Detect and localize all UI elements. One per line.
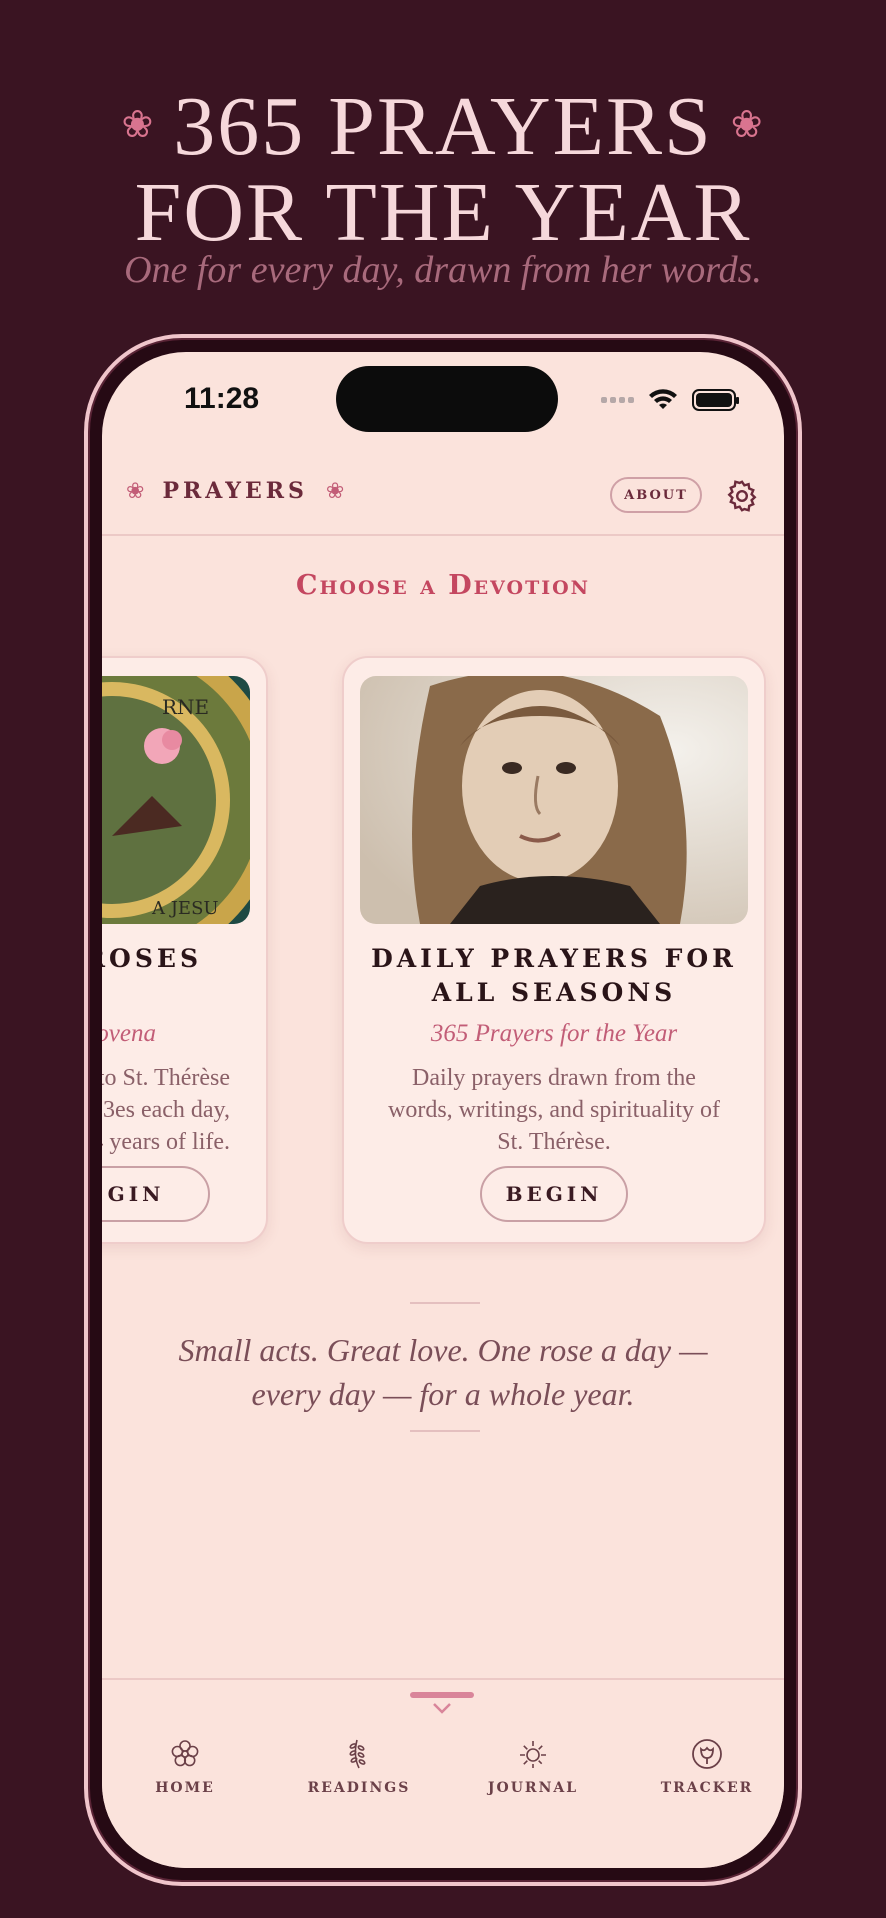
status-icons [601, 388, 739, 412]
tab-label: TRACKER [660, 1780, 754, 1796]
card-desc-line: 3es each day, [102, 1097, 230, 1123]
tab-label: READINGS [307, 1780, 411, 1796]
devotion-card-daily-prayers[interactable]: DAILY PRAYERS FOR ALL SEASONS 365 Prayer… [342, 656, 766, 1244]
card-desc-line: 4 years of life. [102, 1129, 230, 1155]
tab-home[interactable]: HOME [110, 1738, 260, 1796]
gear-icon[interactable] [724, 478, 760, 514]
tab-label: HOME [155, 1780, 215, 1796]
app-screen: 11:28 ❀ PRAYERS ❀ ABOUT Choose a Devotio… [102, 352, 784, 1868]
sun-icon [520, 1741, 546, 1768]
promo-title: ❀ 365 PRAYERS ❀ FOR THE YEAR [0, 85, 886, 259]
quote-text: Small acts. Great love. One rose a day —… [178, 1332, 708, 1412]
card-subtitle: y Novena [102, 1020, 156, 1047]
drawer-handle[interactable] [410, 1692, 474, 1698]
divider [410, 1302, 480, 1304]
rose-badge-icon [692, 1739, 722, 1769]
chevron-down-icon[interactable] [432, 1702, 452, 1714]
tab-tracker[interactable]: TRACKER [632, 1738, 782, 1796]
promo-title-line-2: FOR THE YEAR [134, 165, 752, 259]
begin-button[interactable]: BEGIN [480, 1166, 628, 1222]
card-desc-line: ver to St. Thérèse [102, 1065, 230, 1091]
flower-icon: ❀ [730, 103, 765, 146]
status-time: 11:28 [184, 382, 260, 415]
svg-text:RNE: RNE [162, 695, 209, 719]
card-subtitle: 365 Prayers for the Year [430, 1020, 678, 1047]
flower-icon: ❀ [325, 478, 345, 504]
card-title: OF ROSES [102, 944, 202, 973]
card-description: Daily prayers drawn from the words, writ… [388, 1065, 720, 1155]
promo-subtitle: One for every day, drawn from her words. [124, 249, 762, 291]
wifi-icon [649, 389, 677, 409]
devotion-card-roses[interactable]: RNE A JESU OF ROSES y Novena ver to St. … [102, 656, 268, 1244]
brand: ❀ PRAYERS ❀ [126, 478, 344, 504]
divider [410, 1430, 480, 1432]
card-description: ver to St. Thérèse 3es each day, 4 years… [102, 1062, 230, 1158]
tab-label: JOURNAL [487, 1780, 579, 1796]
begin-button[interactable]: GIN [102, 1166, 210, 1222]
section-title: Choose a Devotion [295, 570, 591, 601]
promo-title-text-1: 365 PRAYERS [173, 80, 713, 173]
brand-name: PRAYERS [162, 478, 308, 504]
card-image-medal: RNE A JESU [102, 676, 250, 924]
signal-icon [601, 397, 634, 403]
dynamic-island [336, 366, 558, 432]
card-image-portrait [360, 676, 748, 924]
svg-text:A JESU: A JESU [151, 898, 219, 919]
phone-frame: 11:28 ❀ PRAYERS ❀ ABOUT Choose a Devotio… [84, 334, 802, 1886]
card-title: DAILY PRAYERS FOR ALL SEASONS [371, 944, 737, 1007]
about-button[interactable]: ABOUT [610, 477, 702, 513]
tab-journal[interactable]: JOURNAL [458, 1738, 608, 1796]
promo-title-line-1: ❀ 365 PRAYERS ❀ [0, 85, 886, 174]
status-bar: 11:28 [102, 352, 784, 452]
tab-readings[interactable]: READINGS [284, 1738, 434, 1796]
flower-icon [171, 1740, 199, 1767]
flower-icon: ❀ [126, 478, 145, 504]
laurel-icon [349, 1739, 366, 1769]
flower-icon: ❀ [121, 103, 156, 146]
tab-bar: HOME READINGS JOURNAL TRACKER [102, 1678, 784, 1868]
battery-icon [692, 389, 739, 411]
app-header: ❀ PRAYERS ❀ ABOUT [102, 442, 784, 536]
